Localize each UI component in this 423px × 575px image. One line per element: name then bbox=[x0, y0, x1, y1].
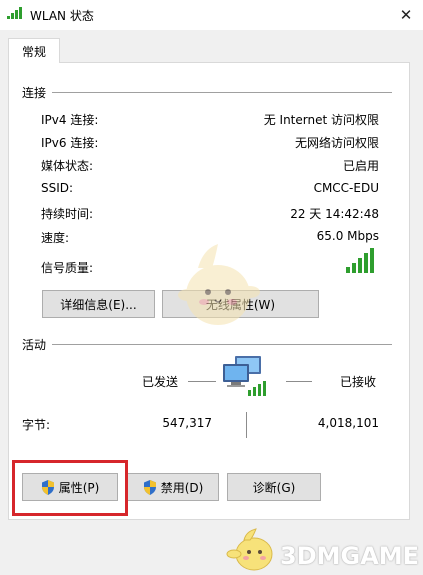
row-label-signal-quality: 信号质量: bbox=[41, 261, 94, 275]
watermark-text: 3DMGAME bbox=[280, 542, 420, 570]
disable-button[interactable]: 禁用(D) bbox=[127, 473, 219, 501]
sent-label: 已发送 bbox=[142, 375, 179, 389]
diagnose-button-label: 诊断(G) bbox=[252, 480, 296, 495]
received-label: 已接收 bbox=[340, 375, 377, 389]
disable-button-label: 禁用(D) bbox=[160, 480, 204, 495]
bytes-received-value: 4,018,101 bbox=[317, 416, 379, 430]
row-value-media-state: 已启用 bbox=[342, 159, 379, 173]
row-label-duration: 持续时间: bbox=[41, 207, 94, 221]
row-value-speed: 65.0 Mbps bbox=[316, 229, 379, 243]
bytes-divider bbox=[246, 412, 247, 438]
details-button-label: 详细信息(E)... bbox=[60, 297, 137, 312]
section-title-connection: 连接 bbox=[22, 86, 47, 100]
tab-general[interactable]: 常规 bbox=[8, 38, 60, 63]
details-button[interactable]: 详细信息(E)... bbox=[42, 290, 155, 318]
received-connector-line bbox=[286, 381, 312, 382]
wifi-window-icon bbox=[7, 7, 22, 19]
watermark-logo-icon bbox=[226, 528, 273, 571]
tab-general-label: 常规 bbox=[21, 44, 46, 59]
section-title-activity: 活动 bbox=[22, 338, 47, 352]
section-divider-activity bbox=[52, 344, 392, 345]
row-label-media-state: 媒体状态: bbox=[41, 159, 94, 173]
diagnose-button[interactable]: 诊断(G) bbox=[227, 473, 321, 501]
row-label-ipv6: IPv6 连接: bbox=[41, 136, 99, 150]
bytes-label: 字节: bbox=[22, 418, 51, 432]
bytes-sent-value: 547,317 bbox=[162, 416, 212, 430]
window-title: WLAN 状态 bbox=[30, 9, 94, 23]
row-value-duration: 22 天 14:42:48 bbox=[290, 207, 379, 221]
uac-shield-icon bbox=[143, 479, 156, 495]
row-value-ipv4: 无 Internet 访问权限 bbox=[263, 113, 379, 127]
wireless-properties-button-label: 无线属性(W) bbox=[205, 297, 276, 312]
sent-connector-line bbox=[188, 381, 216, 382]
row-label-ssid: SSID: bbox=[41, 181, 74, 195]
row-value-ssid: CMCC-EDU bbox=[313, 181, 379, 195]
signal-strength-icon bbox=[346, 248, 374, 273]
row-label-ipv4: IPv4 连接: bbox=[41, 113, 99, 127]
section-divider-connection bbox=[52, 92, 392, 93]
network-computers-icon bbox=[223, 356, 266, 396]
close-button[interactable]: ✕ bbox=[389, 0, 423, 30]
wireless-properties-button[interactable]: 无线属性(W) bbox=[162, 290, 319, 318]
highlight-annotation bbox=[12, 460, 128, 516]
row-label-speed: 速度: bbox=[41, 231, 70, 245]
close-icon: ✕ bbox=[399, 6, 413, 24]
title-bar: WLAN 状态 ✕ bbox=[0, 0, 423, 30]
row-value-ipv6: 无网络访问权限 bbox=[294, 136, 379, 150]
